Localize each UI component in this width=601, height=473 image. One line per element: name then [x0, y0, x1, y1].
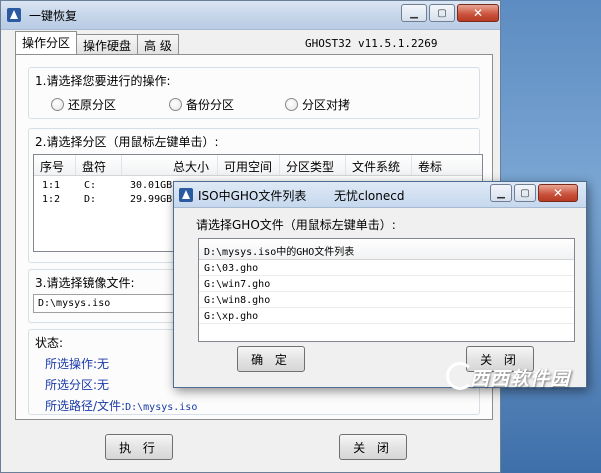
image-group-title: 3.请选择镜像文件:	[35, 276, 135, 290]
ok-button[interactable]: 确 定	[237, 346, 305, 372]
watermark: 西西软件园	[470, 368, 571, 390]
main-window-title: 一键恢复	[29, 9, 78, 23]
app-icon	[7, 8, 21, 22]
dialog-prompt: 请选择GHO文件（用鼠标左键单击）:	[196, 218, 396, 232]
close-window-button[interactable]: ✕	[457, 4, 499, 22]
column-header[interactable]: 总大小	[122, 155, 218, 175]
status-label: 所选操作:	[45, 357, 98, 371]
column-header[interactable]: 文件系统	[346, 155, 412, 175]
gho-list-header[interactable]: D:\mysys.iso中的GHO文件列表	[199, 239, 574, 260]
partition-group-title: 2.请选择分区（用鼠标左键单击）:	[35, 135, 219, 149]
table-cell: D:	[84, 194, 97, 205]
tab-advanced[interactable]: 高 级	[137, 34, 179, 54]
status-value: 无	[97, 378, 110, 392]
close-icon: ✕	[472, 6, 484, 20]
list-item[interactable]: G:\win7.gho	[199, 276, 574, 292]
column-header[interactable]: 可用空间	[218, 155, 280, 175]
radio-label: 备份分区	[186, 98, 235, 112]
partition-list-header: 序号 盘符 总大小 可用空间 分区类型 文件系统 卷标	[34, 155, 482, 176]
status-value: D:\mysys.iso	[125, 402, 198, 413]
maximize-icon: ▢	[437, 7, 447, 19]
main-caption-buttons: ▁ ▢ ✕	[401, 4, 499, 22]
radio-button-icon[interactable]	[285, 98, 298, 111]
gho-file-list[interactable]: D:\mysys.iso中的GHO文件列表 G:\03.gho G:\win7.…	[198, 238, 575, 342]
dialog-title-extra: 无忧clonecd	[334, 189, 405, 203]
status-path: 所选路径/文件:D:\mysys.iso	[45, 397, 197, 414]
minimize-button[interactable]: ▁	[401, 4, 427, 22]
radio-label: 分区对拷	[302, 98, 351, 112]
maximize-icon: ▢	[520, 187, 530, 199]
radio-label: 还原分区	[68, 98, 117, 112]
main-titlebar[interactable]: 一键恢复 ▁ ▢ ✕	[1, 1, 500, 30]
status-label: 所选分区:	[45, 378, 98, 392]
dialog-caption-buttons: ▁ ▢ ✕	[490, 184, 578, 202]
minimize-icon: ▁	[497, 187, 505, 199]
dialog-titlebar[interactable]: ISO中GHO文件列表 无忧clonecd ▁ ▢ ✕	[174, 182, 586, 208]
minimize-icon: ▁	[410, 7, 418, 19]
list-item[interactable]: G:\win8.gho	[199, 292, 574, 308]
radio-restore-partition[interactable]: 还原分区	[51, 96, 116, 113]
dialog-close-window-button[interactable]: ✕	[538, 184, 578, 202]
image-file-combobox[interactable]: D:\mysys.iso	[33, 294, 178, 313]
radio-backup-partition[interactable]: 备份分区	[169, 96, 234, 113]
maximize-button[interactable]: ▢	[429, 4, 455, 22]
status-title: 状态:	[35, 336, 64, 350]
dialog-minimize-button[interactable]: ▁	[490, 184, 512, 202]
column-header[interactable]: 序号	[34, 155, 76, 175]
status-partition: 所选分区:无	[45, 376, 109, 393]
execute-button[interactable]: 执 行	[105, 434, 173, 460]
dialog-title: ISO中GHO文件列表	[198, 189, 307, 203]
status-value: 无	[97, 357, 110, 371]
dialog-maximize-button[interactable]: ▢	[514, 184, 536, 202]
version-label: GHOST32 v11.5.1.2269	[305, 37, 438, 50]
column-header[interactable]: 盘符	[76, 155, 122, 175]
close-icon: ✕	[552, 186, 564, 200]
status-label: 所选路径/文件:	[45, 399, 126, 413]
radio-button-icon[interactable]	[51, 98, 64, 111]
gho-list-dialog: ISO中GHO文件列表 无忧clonecd ▁ ▢ ✕ 请选择GHO文件（用鼠标…	[173, 181, 587, 388]
operation-group: 1.请选择您要进行的操作: 还原分区 备份分区 分区对拷	[28, 67, 480, 119]
status-operation: 所选操作:无	[45, 355, 109, 372]
column-header[interactable]: 卷标	[412, 155, 482, 175]
table-cell: 1:2	[42, 194, 61, 205]
main-close-button[interactable]: 关 闭	[339, 434, 407, 460]
table-cell: C:	[84, 180, 97, 191]
tab-operate-partition[interactable]: 操作分区	[15, 31, 78, 54]
table-cell: 1:1	[42, 180, 61, 191]
tab-bar: 操作分区 操作硬盘 高 级	[15, 31, 179, 54]
radio-copy-partition[interactable]: 分区对拷	[285, 96, 350, 113]
column-header[interactable]: 分区类型	[280, 155, 346, 175]
tab-operate-disk[interactable]: 操作硬盘	[76, 34, 139, 54]
operation-group-title: 1.请选择您要进行的操作:	[35, 74, 171, 88]
list-item[interactable]: G:\03.gho	[199, 260, 574, 276]
list-item[interactable]: G:\xp.gho	[199, 308, 574, 324]
dialog-app-icon	[179, 188, 193, 202]
radio-button-icon[interactable]	[169, 98, 182, 111]
